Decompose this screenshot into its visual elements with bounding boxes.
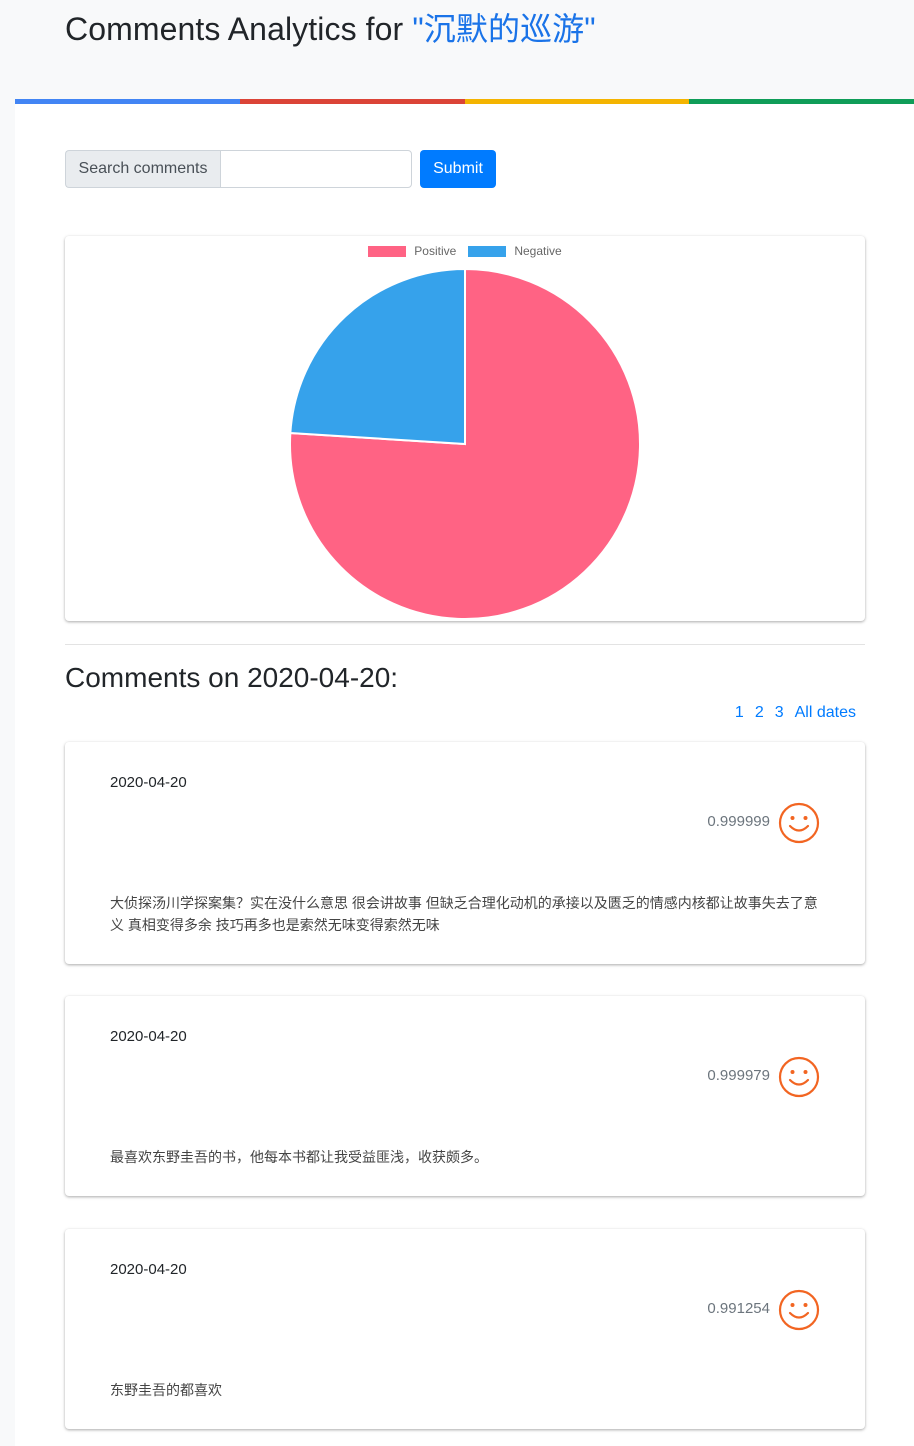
main-content: Search comments Submit Positive Negative… bbox=[15, 104, 914, 1446]
search-input[interactable] bbox=[220, 150, 412, 188]
book-title: "沉默的巡游" bbox=[412, 11, 596, 47]
comment-date: 2020-04-20 bbox=[110, 774, 187, 791]
search-group: Search comments bbox=[65, 150, 412, 188]
page-link-1[interactable]: 1 bbox=[735, 704, 744, 722]
smile-icon bbox=[778, 802, 820, 844]
pie-chart bbox=[289, 267, 641, 620]
section-title: Comments on 2020-04-20: bbox=[65, 662, 399, 693]
comment-text: 东野圭吾的都喜欢 bbox=[110, 1382, 222, 1398]
chart-card: Positive Negative bbox=[65, 236, 865, 621]
comment-text: 大侦探汤川学探案集？实在没什么意思 很会讲故事 但缺乏合理化动机的承接以及匮乏的… bbox=[110, 895, 818, 933]
title-prefix: Comments Analytics for bbox=[65, 11, 413, 47]
comment-score: 0.991254 bbox=[707, 1300, 770, 1317]
page-header: Comments Analytics for "沉默的巡游" bbox=[0, 0, 914, 104]
submit-button[interactable]: Submit bbox=[420, 150, 496, 188]
comment-card: 2020-04-20 0.999999 大侦探汤川学探案集？实在没什么意思 很会… bbox=[65, 742, 865, 964]
comment-date: 2020-04-20 bbox=[110, 1028, 187, 1045]
smile-icon bbox=[778, 1056, 820, 1098]
page-title: Comments Analytics for "沉默的巡游" bbox=[65, 4, 596, 50]
pie-slice-negative[interactable] bbox=[289, 267, 466, 446]
comment-score: 0.999979 bbox=[707, 1067, 770, 1084]
comment-card: 2020-04-20 0.991254 东野圭吾的都喜欢 bbox=[65, 1229, 865, 1429]
section-divider bbox=[65, 644, 865, 645]
page-link-3[interactable]: 3 bbox=[775, 704, 784, 722]
smile-icon bbox=[778, 1289, 820, 1331]
comment-card: 2020-04-20 0.999979 最喜欢东野圭吾的书，他每本书都让我受益匪… bbox=[65, 996, 865, 1196]
all-dates-link[interactable]: All dates bbox=[795, 704, 856, 722]
pagination: 1 2 3 All dates bbox=[735, 704, 856, 722]
comment-text: 最喜欢东野圭吾的书，他每本书都让我受益匪浅，收获颇多。 bbox=[110, 1149, 488, 1165]
search-label: Search comments bbox=[65, 150, 220, 188]
page-link-2[interactable]: 2 bbox=[755, 704, 764, 722]
comment-date: 2020-04-20 bbox=[110, 1261, 187, 1278]
comment-score: 0.999999 bbox=[707, 813, 770, 830]
